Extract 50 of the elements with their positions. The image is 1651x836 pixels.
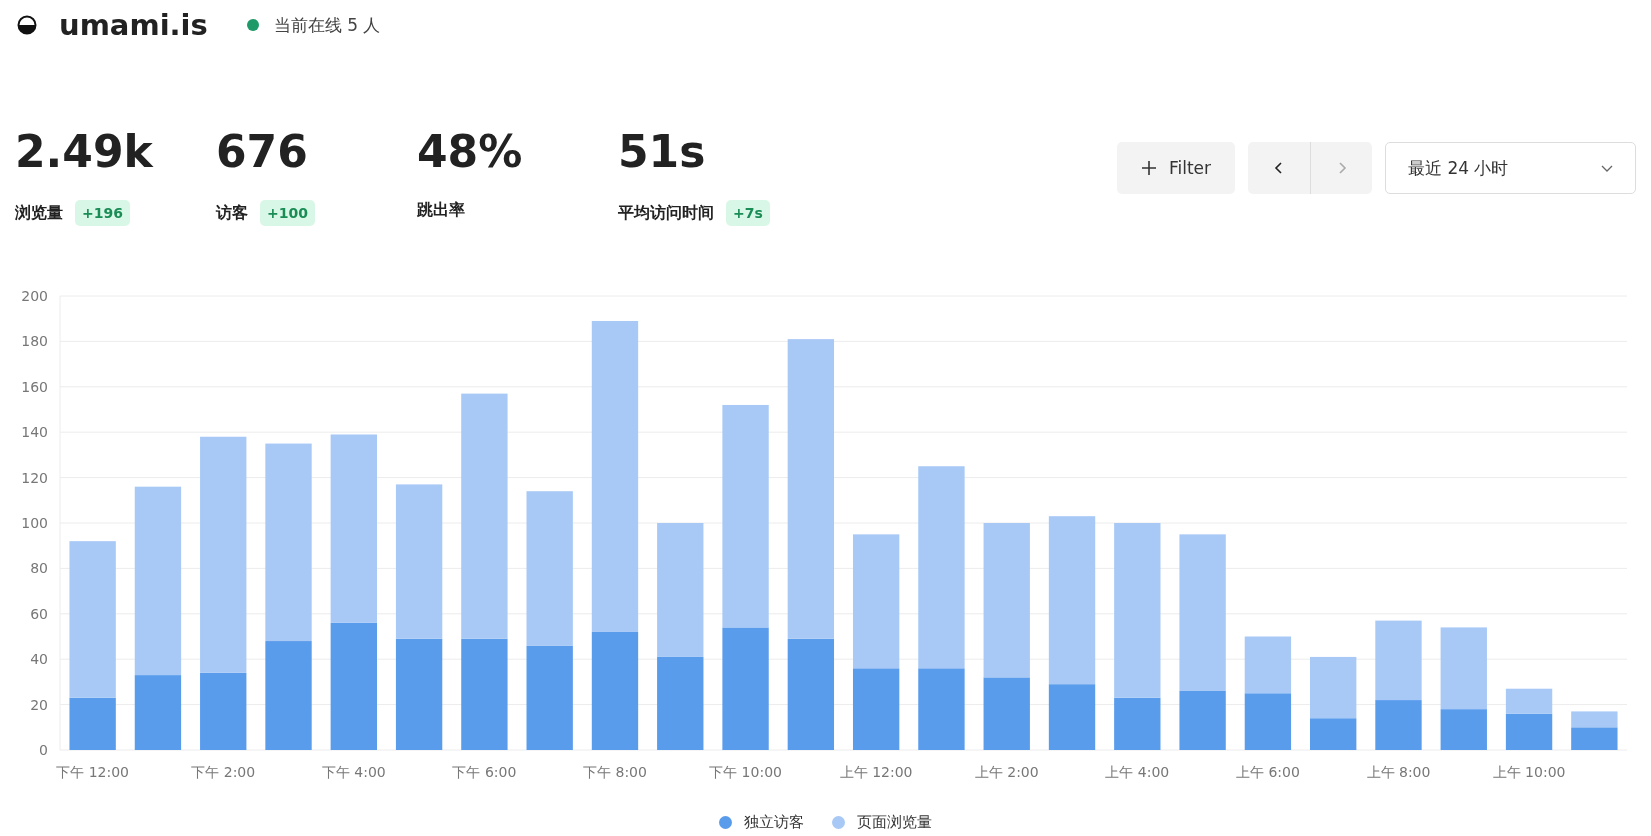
date-range-dropdown[interactable]: 最近 24 小时	[1385, 142, 1636, 194]
metric-value: 48%	[417, 130, 524, 174]
legend-label: 独立访客	[744, 813, 804, 832]
metric-value: 2.49k	[15, 130, 155, 174]
bar	[1244, 636, 1292, 694]
metric-label: 跳出率	[417, 200, 465, 221]
filter-button[interactable]: Filter	[1116, 142, 1235, 194]
plus-icon	[1140, 160, 1157, 176]
x-axis-label: 下午 8:00	[583, 764, 647, 780]
metric-value: 51s	[618, 130, 707, 174]
y-axis-label: 0	[39, 742, 48, 758]
previous-button[interactable]	[1248, 142, 1310, 194]
bar	[1571, 727, 1618, 750]
y-axis-label: 80	[30, 560, 48, 577]
bar	[1244, 693, 1292, 750]
y-axis-label: 200	[21, 288, 48, 304]
y-axis-label: 160	[21, 378, 48, 395]
y-axis-label: 180	[21, 333, 48, 350]
change-badge: +7s	[726, 200, 770, 226]
y-axis-label: 60	[30, 605, 48, 622]
change-badge: +196	[75, 200, 130, 226]
y-axis-label: 120	[21, 469, 48, 486]
metric-label: 浏览量	[15, 202, 63, 224]
y-axis-label: 100	[21, 515, 48, 531]
x-axis-label: 上午 10:00	[1492, 764, 1566, 780]
change-badge: +100	[260, 200, 315, 226]
x-axis-label: 下午 6:00	[452, 764, 517, 780]
metric-value: 676	[216, 130, 309, 174]
x-axis-label: 上午 2:00	[974, 764, 1039, 780]
x-axis-label: 下午 2:00	[191, 764, 256, 780]
legend-label: 页面浏览量	[857, 813, 932, 832]
x-axis-label: 上午 4:00	[1105, 764, 1170, 780]
y-axis-label: 20	[30, 696, 48, 713]
y-axis-label: 40	[30, 651, 48, 668]
site-name: umami.is	[59, 8, 208, 42]
x-axis-label: 上午 12:00	[839, 764, 913, 780]
metric-label: 平均访问时间	[618, 202, 714, 224]
y-axis-label: 140	[21, 424, 48, 441]
logo-icon	[17, 15, 37, 35]
chevron-left-icon	[1273, 162, 1285, 174]
bar	[1505, 688, 1553, 714]
metric-label: 访客	[216, 202, 248, 224]
bar	[1571, 711, 1618, 728]
x-axis-label: 下午 4:00	[321, 764, 386, 780]
bar	[1505, 713, 1553, 750]
x-axis-label: 下午 12:00	[56, 764, 130, 780]
online-count: 当前在线 5 人	[273, 13, 381, 37]
x-axis-label: 上午 8:00	[1366, 764, 1431, 780]
x-axis-label: 上午 6:00	[1235, 764, 1300, 780]
x-axis-label: 下午 10:00	[709, 764, 782, 780]
